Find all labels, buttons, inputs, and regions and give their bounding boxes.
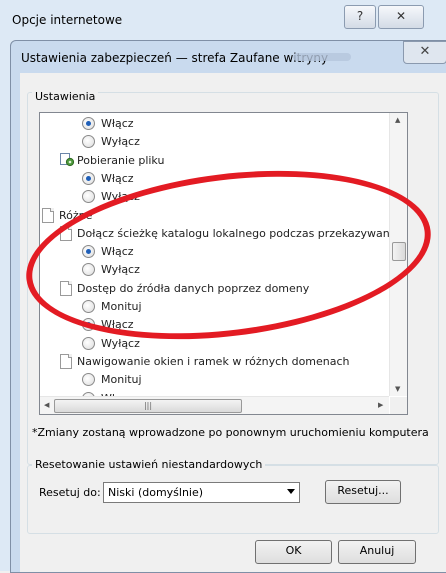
tree-item-label: Włącz (101, 245, 134, 259)
help-button[interactable]: ? (344, 5, 376, 29)
horizontal-scrollbar[interactable]: ◀ ||| ▶ (40, 396, 389, 414)
tree-radio-option[interactable]: Włącz (40, 115, 389, 133)
tree-category[interactable]: Dołącz ścieżkę katalogu lokalnego podcza… (40, 225, 389, 243)
tree-category[interactable]: Dostęp do źródła danych poprzez domeny (40, 280, 389, 298)
reset-group-label: Resetowanie ustawień niestandardowych (32, 458, 266, 471)
tree-radio-option[interactable]: Monituj (40, 371, 389, 389)
settings-group-label: Ustawienia (32, 90, 99, 103)
tree-radio-option[interactable]: Wyłącz (40, 261, 389, 279)
horizontal-scroll-thumb[interactable]: ||| (54, 399, 242, 413)
scrollbar-corner (390, 397, 407, 414)
tree-item-label: Dostęp do źródła danych poprzez domeny (77, 281, 310, 295)
tree-item-label: Włącz (101, 318, 134, 332)
chevron-down-icon (287, 489, 295, 494)
scroll-down-icon[interactable]: ▼ (395, 385, 400, 393)
settings-tree[interactable]: Włącz Wyłącz Pobieranie pliku Włącz Wyłącz Ró… (40, 113, 389, 396)
tree-item-label: Pobieranie pliku (77, 153, 165, 167)
radio-checked-icon[interactable] (82, 117, 95, 130)
document-icon (60, 225, 72, 241)
ok-button[interactable]: OK (255, 540, 332, 564)
tree-radio-option[interactable]: Włącz (40, 243, 389, 261)
document-icon (60, 280, 72, 296)
tree-category[interactable]: Pobieranie pliku (40, 152, 389, 170)
radio-unchecked-icon[interactable] (82, 263, 95, 277)
radio-unchecked-icon[interactable] (82, 373, 95, 387)
radio-unchecked-icon[interactable] (82, 190, 95, 204)
radio-checked-icon[interactable] (82, 171, 95, 185)
dialog-client-area: Ustawienia Włącz Wyłącz Pobieranie pliku Wł… (20, 73, 446, 572)
page-settings-icon (60, 152, 75, 167)
tree-item-label: Wyłącz (101, 135, 140, 149)
scroll-up-icon[interactable]: ▲ (395, 116, 400, 124)
tree-item-label: Monituj (101, 300, 142, 313)
radio-checked-icon[interactable] (82, 318, 95, 332)
cancel-button[interactable]: Anuluj (338, 540, 416, 564)
document-icon (42, 207, 54, 223)
tree-radio-option[interactable]: Wyłącz (40, 335, 389, 353)
title-blur (293, 53, 351, 61)
scroll-left-icon[interactable]: ◀ (44, 401, 49, 409)
tree-item-label: Nawigowanie okien i ramek w różnych dome… (77, 354, 350, 368)
vertical-scrollbar[interactable]: ▲ ▼ (389, 113, 407, 396)
tree-radio-option[interactable]: Włącz (40, 170, 389, 188)
dialog-title: Ustawienia zabezpieczeń — strefa Zaufane… (21, 51, 329, 65)
reset-to-label: Resetuj do: (39, 486, 101, 499)
radio-unchecked-icon[interactable] (82, 336, 95, 350)
tree-section[interactable]: Różne (40, 207, 389, 225)
tree-item-label: Włącz (101, 171, 134, 185)
security-settings-dialog: Ustawienia zabezpieczeń — strefa Zaufane… (10, 40, 446, 573)
tree-item-label: Wyłącz (101, 336, 140, 350)
tree-radio-option[interactable]: Monituj (40, 298, 389, 316)
document-icon (60, 353, 72, 369)
settings-list[interactable]: Włącz Wyłącz Pobieranie pliku Włącz Wyłącz Ró… (39, 112, 408, 415)
tree-item-label: Wyłącz (101, 263, 140, 277)
back-close-button[interactable]: ✕ (378, 5, 424, 29)
dialog-close-button[interactable]: ✕ (403, 41, 446, 64)
reset-level-select[interactable]: Niski (domyślnie) (103, 482, 300, 503)
tree-radio-option[interactable]: Włącz (40, 316, 389, 334)
tree-category[interactable]: Nawigowanie okien i ramek w różnych dome… (40, 353, 389, 371)
tree-item-label: Różne (59, 208, 93, 222)
tree-radio-option[interactable]: Wyłącz (40, 133, 389, 151)
restart-note: *Zmiany zostaną wprowadzone po ponownym … (32, 426, 429, 439)
tree-item-label: Wyłącz (101, 190, 140, 204)
tree-item-label: Monituj (101, 373, 142, 387)
tree-item-label: Dołącz ścieżkę katalogu lokalnego podcza… (77, 226, 389, 240)
internet-options-title: Opcje internetowe (12, 13, 123, 27)
reset-level-value: Niski (domyślnie) (108, 486, 204, 499)
tree-item-label: Włącz (101, 117, 134, 130)
vertical-scroll-thumb[interactable] (392, 242, 406, 261)
reset-button[interactable]: Resetuj... (325, 480, 401, 504)
radio-unchecked-icon[interactable] (82, 300, 95, 313)
radio-checked-icon[interactable] (82, 245, 95, 259)
radio-unchecked-icon[interactable] (82, 135, 95, 149)
scroll-right-icon[interactable]: ▶ (378, 401, 383, 409)
tree-radio-option[interactable]: Wyłącz (40, 188, 389, 206)
